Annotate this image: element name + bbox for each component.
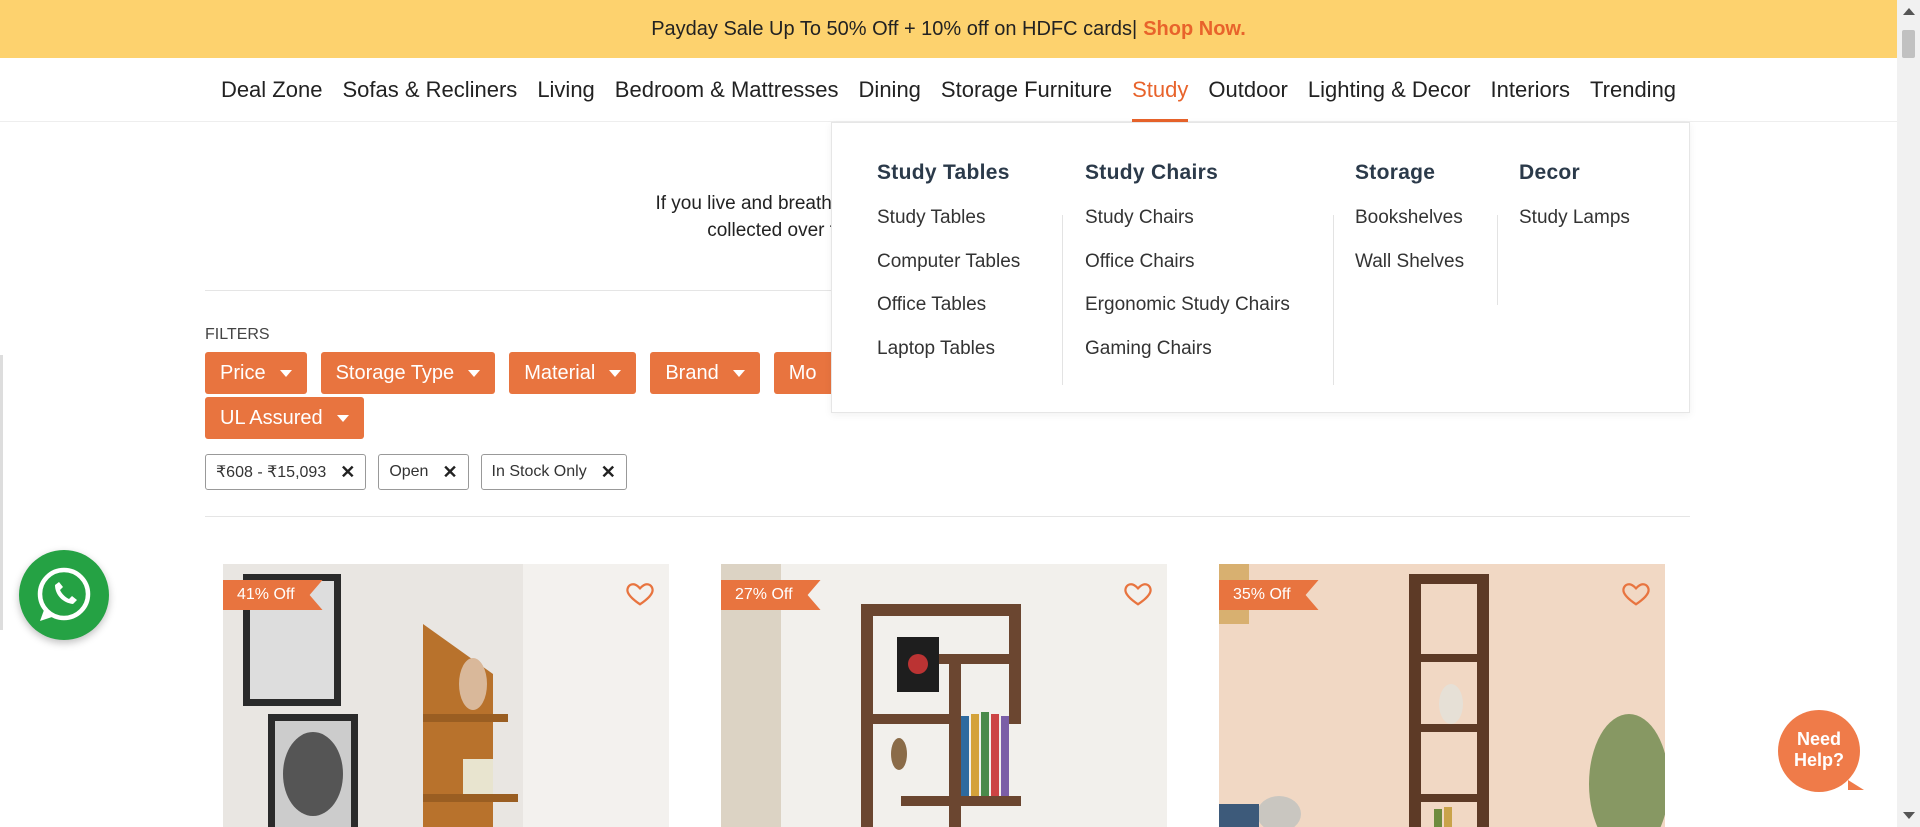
chip-in-stock[interactable]: In Stock Only ✕ <box>480 454 627 490</box>
caret-down-icon <box>279 369 292 377</box>
filter-ul-assured-button[interactable]: UL Assured <box>205 397 364 439</box>
menu-item[interactable]: Ergonomic Study Chairs <box>1085 292 1290 336</box>
whatsapp-icon <box>37 567 91 621</box>
divider <box>205 516 1690 517</box>
filter-price-button[interactable]: Price <box>205 352 307 394</box>
menu-item[interactable]: Study Chairs <box>1085 205 1290 249</box>
menu-item[interactable]: Study Lamps <box>1519 205 1630 249</box>
study-dropdown-menu: Study Tables Study Tables Computer Table… <box>831 122 1690 413</box>
nav-item-trending[interactable]: Trending <box>1580 58 1686 122</box>
chip-label: In Stock Only <box>491 463 587 480</box>
menu-item[interactable]: Gaming Chairs <box>1085 336 1290 380</box>
caret-down-icon <box>336 414 349 422</box>
menu-item[interactable]: Study Tables <box>877 205 1020 249</box>
filter-brand-button[interactable]: Brand <box>650 352 760 394</box>
chip-label: ₹608 - ₹15,093 <box>216 464 327 481</box>
nav-item-interiors[interactable]: Interiors <box>1481 58 1580 122</box>
menu-column-title[interactable]: Study Tables <box>877 161 1020 185</box>
close-icon[interactable]: ✕ <box>601 462 616 483</box>
promo-banner: Payday Sale Up To 50% Off + 10% off on H… <box>0 0 1897 58</box>
filter-label: Material <box>524 361 596 384</box>
product-card[interactable]: 35% Off <box>1219 564 1665 827</box>
menu-item[interactable]: Office Tables <box>877 292 1020 336</box>
menu-column-title[interactable]: Decor <box>1519 161 1630 185</box>
filter-label: UL Assured <box>220 406 323 429</box>
need-help-button[interactable]: Need Help? <box>1778 710 1864 792</box>
caret-down-icon <box>468 369 481 377</box>
menu-column-storage: Storage Bookshelves Wall Shelves <box>1355 161 1464 292</box>
column-divider <box>1497 215 1498 305</box>
scroll-down-icon[interactable] <box>1903 812 1915 819</box>
shop-now-link[interactable]: Shop Now. <box>1143 18 1246 41</box>
promo-text: Payday Sale Up To 50% Off + 10% off on H… <box>651 17 1138 40</box>
column-divider <box>1062 215 1063 385</box>
side-tab <box>0 355 3 630</box>
nav-item-deal-zone[interactable]: Deal Zone <box>211 58 333 122</box>
product-grid: 41% Off 27% Off 35% Off <box>223 564 1665 827</box>
page-scrollbar[interactable] <box>1897 0 1920 827</box>
filter-material-button[interactable]: Material <box>509 352 637 394</box>
menu-item[interactable]: Computer Tables <box>877 249 1020 293</box>
menu-item[interactable]: Bookshelves <box>1355 205 1464 249</box>
applied-filters: ₹608 - ₹15,093 ✕ Open ✕ In Stock Only ✕ <box>205 454 627 490</box>
nav-item-lighting-decor[interactable]: Lighting & Decor <box>1298 58 1481 122</box>
product-card[interactable]: 27% Off <box>721 564 1167 827</box>
filter-label: Brand <box>665 361 719 384</box>
nav-item-storage-furniture[interactable]: Storage Furniture <box>931 58 1122 122</box>
nav-item-outdoor[interactable]: Outdoor <box>1198 58 1298 122</box>
nav-item-study[interactable]: Study <box>1122 58 1198 122</box>
menu-item[interactable]: Office Chairs <box>1085 249 1290 293</box>
menu-column-title[interactable]: Study Chairs <box>1085 161 1290 185</box>
nav-item-bedroom-mattresses[interactable]: Bedroom & Mattresses <box>605 58 849 122</box>
menu-item[interactable]: Laptop Tables <box>877 336 1020 380</box>
filters-title: FILTERS <box>205 326 270 343</box>
whatsapp-button[interactable] <box>19 550 109 640</box>
filter-label: Storage Type <box>335 361 455 384</box>
discount-badge: 27% Off <box>721 580 821 610</box>
scroll-up-icon[interactable] <box>1903 8 1915 15</box>
close-icon[interactable]: ✕ <box>442 462 457 483</box>
heart-outline-icon[interactable] <box>1123 578 1153 608</box>
chip-price-range[interactable]: ₹608 - ₹15,093 ✕ <box>205 454 367 490</box>
nav-item-living[interactable]: Living <box>527 58 604 122</box>
heart-outline-icon[interactable] <box>1621 578 1651 608</box>
close-icon[interactable]: ✕ <box>340 462 355 483</box>
help-line-1: Need <box>1796 729 1841 749</box>
product-card[interactable]: 41% Off <box>223 564 669 827</box>
chip-label: Open <box>389 463 429 480</box>
menu-column-study-chairs: Study Chairs Study Chairs Office Chairs … <box>1085 161 1290 379</box>
menu-item[interactable]: Wall Shelves <box>1355 249 1464 293</box>
filter-storage-type-button[interactable]: Storage Type <box>320 352 496 394</box>
discount-badge: 41% Off <box>223 580 323 610</box>
filter-label: Price <box>220 361 266 384</box>
menu-column-study-tables: Study Tables Study Tables Computer Table… <box>877 161 1020 379</box>
scrollbar-thumb[interactable] <box>1902 30 1915 58</box>
caret-down-icon <box>732 369 745 377</box>
menu-column-title[interactable]: Storage <box>1355 161 1464 185</box>
help-line-2: Help? <box>1793 750 1844 770</box>
chip-open[interactable]: Open ✕ <box>378 454 469 490</box>
menu-column-decor: Decor Study Lamps <box>1519 161 1630 249</box>
filter-label: Mo <box>788 361 817 384</box>
heart-outline-icon[interactable] <box>625 578 655 608</box>
discount-badge: 35% Off <box>1219 580 1319 610</box>
main-nav: Deal Zone Sofas & Recliners Living Bedro… <box>0 58 1897 122</box>
nav-item-sofas-recliners[interactable]: Sofas & Recliners <box>332 58 527 122</box>
caret-down-icon <box>609 369 622 377</box>
nav-item-dining[interactable]: Dining <box>849 58 931 122</box>
column-divider <box>1333 215 1334 385</box>
